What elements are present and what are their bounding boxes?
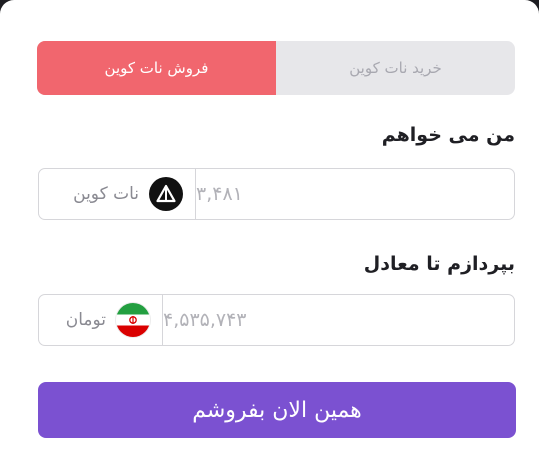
want-currency-label: نات کوین (73, 184, 139, 204)
trade-card: فروش نات کوین خرید نات کوین من می خواهم … (0, 0, 539, 468)
trade-tabs: فروش نات کوین خرید نات کوین (37, 41, 515, 95)
want-currency-selector[interactable]: نات کوین (39, 169, 196, 219)
sell-now-button[interactable]: همین الان بفروشم (38, 382, 516, 438)
want-label: من می خواهم (381, 124, 515, 146)
notcoin-icon (149, 177, 183, 211)
pay-currency-selector[interactable]: تومان (39, 295, 163, 345)
tab-buy[interactable]: خرید نات کوین (276, 41, 515, 95)
pay-amount-input[interactable]: ۴,۵۳۵,۷۴۳ (163, 295, 514, 345)
want-amount-field: نات کوین ۳,۴۸۱ (38, 168, 515, 220)
pay-currency-label: تومان (65, 310, 106, 330)
iran-flag-icon (116, 303, 150, 337)
want-amount-input[interactable]: ۳,۴۸۱ (196, 169, 514, 219)
pay-amount-field: تومان ۴,۵۳۵,۷۴۳ (38, 294, 515, 346)
tab-sell[interactable]: فروش نات کوین (37, 41, 276, 95)
pay-label: بپردازم تا معادل (363, 253, 515, 275)
